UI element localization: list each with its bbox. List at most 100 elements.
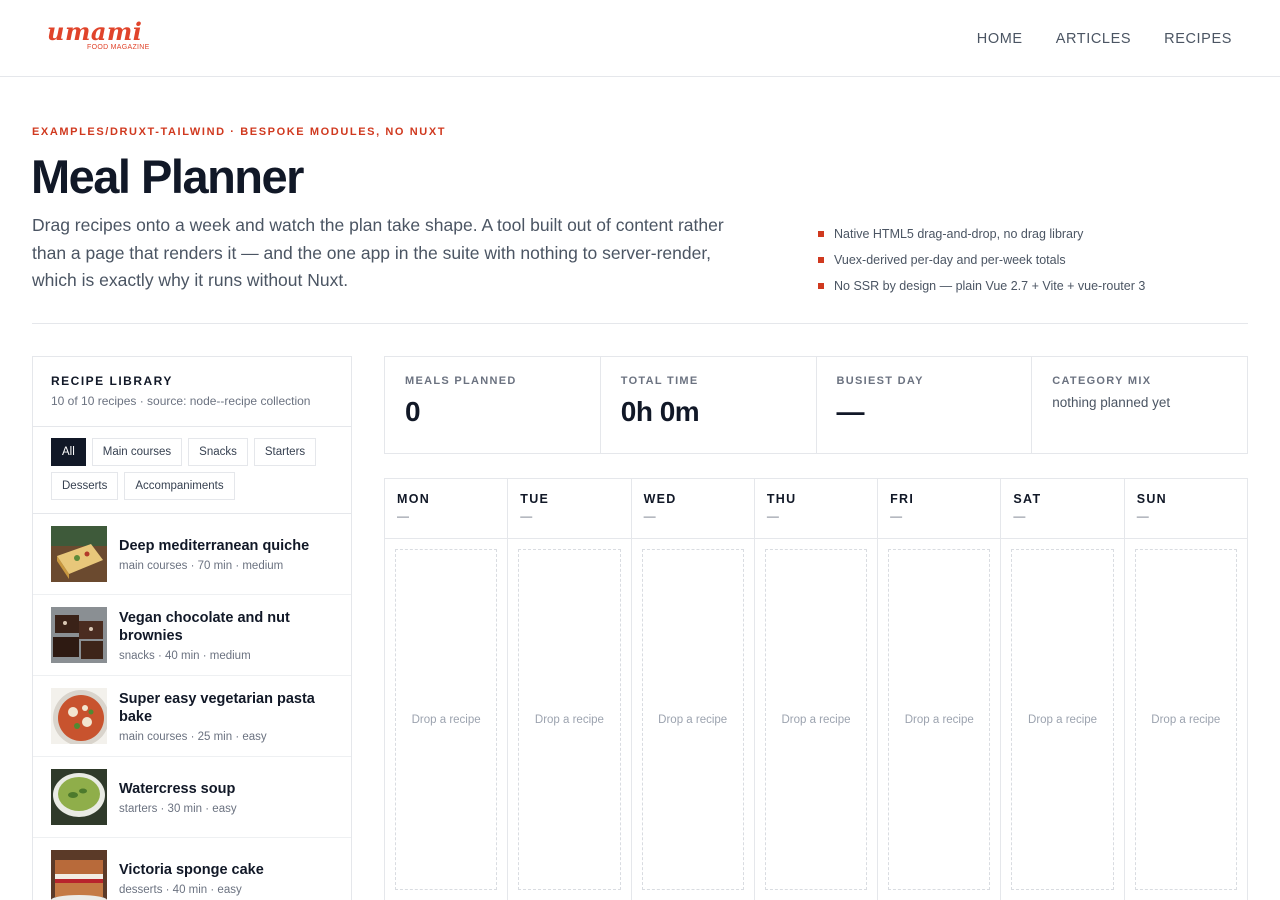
nav-articles[interactable]: ARTICLES	[1056, 30, 1131, 48]
day-total: —	[520, 509, 533, 523]
stat-label: MEALS PLANNED	[405, 375, 517, 387]
day-name: MON	[397, 492, 431, 506]
drop-hint: Drop a recipe	[411, 713, 481, 726]
stat-meals-planned: MEALS PLANNED 0	[385, 357, 601, 453]
brownies-thumbnail	[51, 607, 107, 663]
day-name: SUN	[1136, 492, 1167, 506]
drop-hint: Drop a recipe	[904, 713, 974, 726]
stat-value: 0	[405, 396, 421, 427]
site-header: umami FOOD MAGAZINE HOME ARTICLES RECIPE…	[0, 0, 1280, 77]
feature-item: No SSR by design — plain Vue 2.7 + Vite …	[818, 278, 1145, 294]
filter-main-courses-button[interactable]: Main courses	[91, 438, 183, 466]
day-column-sun: SUN — Drop a recipe	[1124, 479, 1247, 900]
stat-label: CATEGORY MIX	[1052, 375, 1152, 387]
breadcrumb-eyebrow: EXAMPLES/DRUXT-TAILWIND · BESPOKE MODULE…	[32, 126, 447, 138]
main-nav: HOME ARTICLES RECIPES	[977, 30, 1232, 48]
drop-zone[interactable]: Drop a recipe	[888, 549, 991, 890]
week-planner: MON — Drop a recipe TUE — Drop a recipe …	[384, 478, 1248, 900]
drop-zone[interactable]: Drop a recipe	[1011, 549, 1114, 890]
filter-all-button[interactable]: All	[51, 438, 86, 466]
recipe-name: Deep mediterranean quiche	[119, 537, 310, 554]
bullet-square-icon	[818, 283, 824, 289]
day-total: —	[1136, 509, 1149, 523]
feature-text: Vuex-derived per-day and per-week totals	[834, 253, 1066, 267]
recipe-name: Victoria sponge cake	[119, 861, 264, 878]
day-total: —	[1013, 509, 1026, 523]
day-column-thu: THU — Drop a recipe	[754, 479, 879, 900]
nav-home[interactable]: HOME	[977, 30, 1023, 48]
plan-stats: MEALS PLANNED 0 TOTAL TIME 0h 0m BUSIEST…	[384, 356, 1248, 454]
library-subtitle: 10 of 10 recipes · source: node--recipe …	[51, 394, 311, 408]
bullet-square-icon	[818, 257, 824, 263]
page-description: Drag recipes onto a week and watch the p…	[32, 215, 724, 290]
recipe-meta: starters · 30 min · easy	[119, 802, 237, 815]
day-column-wed: WED — Drop a recipe	[631, 479, 755, 900]
stat-label: BUSIEST DAY	[836, 375, 924, 387]
day-column-tue: TUE — Drop a recipe	[508, 479, 632, 900]
bullet-square-icon	[818, 231, 824, 237]
drop-hint: Drop a recipe	[534, 713, 604, 726]
library-title: RECIPE LIBRARY	[51, 374, 173, 388]
recipe-library-panel: RECIPE LIBRARY 10 of 10 recipes · source…	[32, 356, 352, 900]
filter-accompaniments-button[interactable]: Accompaniments	[124, 472, 235, 500]
recipe-card[interactable]: Vegan chocolate and nut brownies snacks …	[33, 595, 351, 676]
category-filters: All Main courses Snacks Starters Dessert…	[33, 427, 351, 514]
feature-text: Native HTML5 drag-and-drop, no drag libr…	[834, 227, 1084, 241]
quiche-thumbnail	[51, 526, 107, 582]
cake-thumbnail	[51, 850, 107, 900]
day-total: —	[397, 509, 409, 523]
drop-zone[interactable]: Drop a recipe	[1134, 549, 1237, 890]
stat-total-time: TOTAL TIME 0h 0m	[601, 357, 817, 453]
recipe-meta: main courses · 25 min · easy	[119, 730, 267, 743]
recipe-name: Super easy vegetarian pasta bake	[119, 690, 315, 725]
drop-hint: Drop a recipe	[781, 713, 851, 726]
recipe-name: Vegan chocolate and nut brownies	[119, 609, 290, 644]
section-divider	[32, 323, 1248, 324]
recipe-name: Watercress soup	[119, 780, 236, 797]
recipe-meta: desserts · 40 min · easy	[119, 883, 242, 896]
stat-label: TOTAL TIME	[620, 375, 699, 387]
drop-hint: Drop a recipe	[658, 713, 728, 726]
soup-thumbnail	[51, 769, 107, 825]
umami-logo[interactable]: umami FOOD MAGAZINE	[47, 17, 150, 56]
feature-list: Native HTML5 drag-and-drop, no drag libr…	[818, 226, 1145, 304]
logo-wordmark: umami	[47, 17, 143, 46]
stat-value: —	[836, 396, 865, 427]
stat-busiest-day: BUSIEST DAY —	[817, 357, 1033, 453]
day-column-fri: FRI — Drop a recipe	[878, 479, 1002, 900]
feature-item: Vuex-derived per-day and per-week totals	[818, 252, 1145, 268]
stat-category-mix: CATEGORY MIX nothing planned yet	[1032, 357, 1247, 453]
recipe-card[interactable]: Watercress soup starters · 30 min · easy	[33, 757, 351, 838]
drop-hint: Drop a recipe	[1151, 713, 1221, 726]
logo-tagline: FOOD MAGAZINE	[87, 44, 150, 51]
recipe-card[interactable]: Deep mediterranean quiche main courses ·…	[33, 514, 351, 595]
stat-value: nothing planned yet	[1052, 395, 1171, 410]
day-name: TUE	[520, 492, 550, 506]
nav-recipes[interactable]: RECIPES	[1164, 30, 1232, 48]
day-name: WED	[643, 492, 677, 506]
drop-hint: Drop a recipe	[1028, 713, 1098, 726]
day-name: SAT	[1013, 492, 1042, 506]
stat-value: 0h 0m	[620, 396, 700, 427]
recipe-card[interactable]: Victoria sponge cake desserts · 40 min ·…	[33, 838, 351, 900]
day-total: —	[890, 509, 903, 523]
feature-text: No SSR by design — plain Vue 2.7 + Vite …	[834, 279, 1146, 293]
pasta-bake-thumbnail	[51, 688, 107, 744]
recipe-meta: snacks · 40 min · medium	[119, 649, 251, 662]
day-column-mon: MON — Drop a recipe	[385, 479, 509, 900]
day-name: FRI	[890, 492, 915, 506]
drop-zone[interactable]: Drop a recipe	[641, 549, 744, 890]
filter-snacks-button[interactable]: Snacks	[188, 438, 248, 466]
drop-zone[interactable]: Drop a recipe	[764, 549, 868, 890]
day-column-sat: SAT — Drop a recipe	[1001, 479, 1125, 900]
filter-starters-button[interactable]: Starters	[253, 438, 317, 466]
drop-zone[interactable]: Drop a recipe	[518, 549, 621, 890]
recipe-card[interactable]: Super easy vegetarian pasta bake main co…	[33, 676, 351, 757]
day-total: —	[643, 509, 656, 523]
drop-zone[interactable]: Drop a recipe	[395, 549, 498, 890]
day-name: THU	[766, 492, 797, 506]
library-header: RECIPE LIBRARY 10 of 10 recipes · source…	[33, 357, 351, 427]
day-total: —	[766, 509, 779, 523]
feature-item: Native HTML5 drag-and-drop, no drag libr…	[818, 226, 1145, 242]
filter-desserts-button[interactable]: Desserts	[51, 472, 119, 500]
